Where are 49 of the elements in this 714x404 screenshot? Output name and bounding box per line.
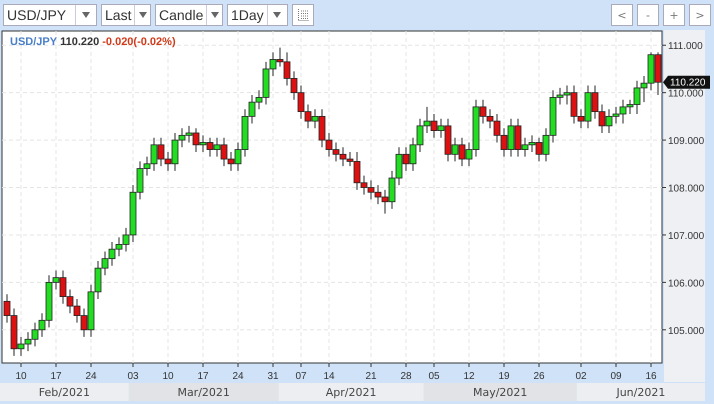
date-label: 10 bbox=[15, 371, 27, 382]
date-label: 05 bbox=[428, 371, 440, 382]
price-label: 105.000 bbox=[668, 326, 704, 337]
price-label: 108.000 bbox=[668, 184, 704, 195]
month-label: Feb/2021 bbox=[38, 386, 90, 399]
symbol-label: USD/JPY bbox=[10, 36, 58, 48]
scroll-left-button[interactable]: < bbox=[611, 4, 633, 26]
month-label: Apr/2021 bbox=[326, 386, 376, 399]
price-change: -0.020(-0.02%) bbox=[102, 36, 176, 48]
price-label: 111.000 bbox=[668, 41, 703, 52]
date-label: 14 bbox=[323, 371, 335, 382]
month-label: May/2021 bbox=[472, 386, 528, 399]
date-label: 07 bbox=[295, 371, 307, 382]
date-label: 09 bbox=[610, 371, 622, 382]
list-button[interactable] bbox=[292, 4, 314, 26]
date-label: 24 bbox=[232, 371, 244, 382]
caret-icon bbox=[210, 12, 219, 18]
month-label: Jun/2021 bbox=[616, 386, 666, 399]
caret-icon bbox=[138, 12, 147, 18]
date-label: 28 bbox=[400, 371, 412, 382]
price-label: 106.000 bbox=[668, 278, 704, 290]
date-label: 19 bbox=[498, 371, 510, 382]
dropdown[interactable]: Candle bbox=[155, 4, 223, 26]
price-value: 110.220 bbox=[60, 36, 100, 48]
date-label: 02 bbox=[575, 371, 587, 382]
dropdown[interactable]: Last bbox=[101, 4, 151, 26]
date-label: 17 bbox=[197, 371, 209, 382]
date-label: 31 bbox=[267, 371, 279, 382]
date-label: 17 bbox=[50, 371, 62, 382]
date-label: 03 bbox=[127, 371, 139, 382]
month-label: Mar/2021 bbox=[177, 386, 230, 399]
date-label: 24 bbox=[85, 371, 97, 382]
zoom-out-button[interactable]: - bbox=[637, 4, 659, 26]
price-label: 110.000 bbox=[668, 88, 704, 100]
caret-icon bbox=[273, 12, 282, 18]
date-label: 10 bbox=[162, 371, 174, 382]
date-label: 21 bbox=[365, 371, 377, 382]
scroll-right-button[interactable]: > bbox=[689, 4, 711, 26]
last-price-tag: 110.220 bbox=[663, 76, 710, 89]
caret-icon bbox=[82, 12, 90, 18]
date-label: 16 bbox=[645, 371, 657, 382]
price-label: 107.000 bbox=[668, 230, 704, 242]
dropdown[interactable]: USD/JPY bbox=[3, 4, 97, 26]
dropdown[interactable]: 1Day bbox=[227, 4, 288, 26]
date-label: 26 bbox=[533, 371, 545, 382]
date-label: 12 bbox=[463, 371, 475, 382]
list-icon bbox=[298, 9, 308, 21]
price-label: 109.000 bbox=[668, 136, 704, 148]
zoom-in-button[interactable]: + bbox=[663, 4, 685, 26]
